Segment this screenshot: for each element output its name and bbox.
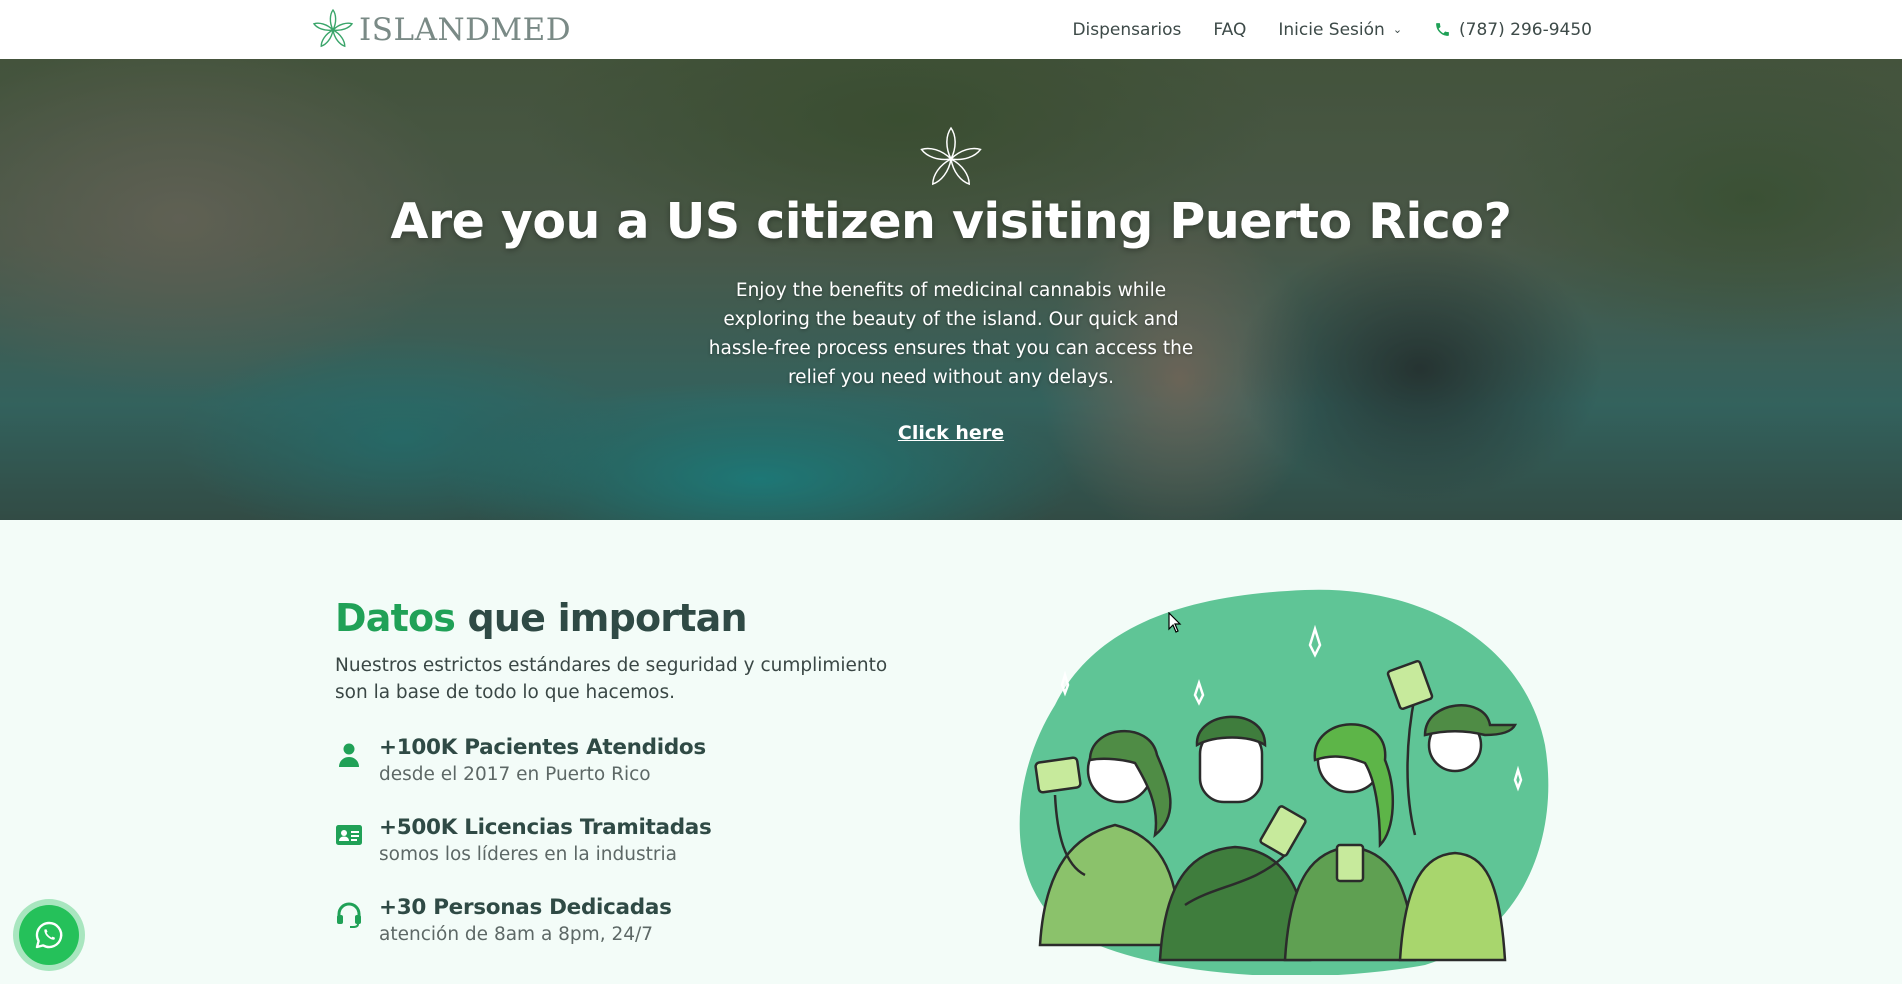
stat-title: +100K Pacientes Atendidos [379, 735, 706, 760]
people-with-licenses-illustration [1019, 589, 1549, 975]
whatsapp-button-inner [19, 905, 79, 965]
section-title: Datos que importan [335, 596, 748, 640]
stat-item-patients: +100K Pacientes Atendidos desde el 2017 … [335, 735, 706, 785]
stat-title: +500K Licencias Tramitadas [379, 815, 712, 840]
flower-emblem-icon [920, 126, 982, 186]
islandmed-logo[interactable]: ISLANDMED [311, 8, 571, 52]
stat-subtitle: atención de 8am a 8pm, 24/7 [379, 924, 654, 945]
stat-subtitle: somos los líderes en la industria [379, 844, 677, 865]
headset-icon [337, 902, 361, 928]
chevron-down-icon: ⌄ [1392, 23, 1403, 36]
section-title-rest: que importan [455, 596, 748, 640]
nav-faq[interactable]: FAQ [1213, 20, 1246, 40]
hero-description: Enjoy the benefits of medicinal cannabis… [708, 280, 1194, 388]
section-lead: Nuestros estrictos estándares de segurid… [335, 655, 888, 703]
hero-title: Are you a US citizen visiting Puerto Ric… [390, 193, 1512, 250]
nav-inicie-sesion-label: Inicie Sesión [1278, 19, 1385, 40]
phone-number: (787) 296-9450 [1459, 19, 1592, 40]
stat-title: +30 Personas Dedicadas [379, 895, 672, 920]
section-title-accent: Datos [335, 596, 456, 640]
stat-item-staff: +30 Personas Dedicadas atención de 8am a… [335, 895, 672, 945]
flower-logo-icon [312, 8, 354, 48]
stat-item-licenses: +500K Licencias Tramitadas somos los líd… [335, 815, 712, 865]
phone-icon [1436, 23, 1449, 36]
hero-banner: Are you a US citizen visiting Puerto Ric… [0, 59, 1902, 520]
stat-subtitle: desde el 2017 en Puerto Rico [379, 764, 651, 785]
nav-dispensarios[interactable]: Dispensarios [1072, 20, 1181, 40]
click-here-link[interactable]: Click here [898, 422, 1004, 444]
mouse-cursor-icon [1168, 612, 1182, 633]
main-nav: Dispensarios FAQ Inicie Sesión ⌄ (787) 2… [1072, 0, 1592, 59]
id-card-icon [336, 825, 362, 845]
person-icon [339, 743, 359, 767]
logo-text: ISLANDMED [359, 12, 572, 48]
nav-inicie-sesion[interactable]: Inicie Sesión ⌄ [1278, 20, 1402, 40]
hero-cta: Click here [0, 422, 1902, 444]
whatsapp-button[interactable] [13, 899, 85, 971]
phone-link[interactable]: (787) 296-9450 [1434, 20, 1592, 40]
site-header: ISLANDMED Dispensarios FAQ Inicie Sesión… [0, 0, 1902, 59]
whatsapp-icon [35, 921, 63, 949]
